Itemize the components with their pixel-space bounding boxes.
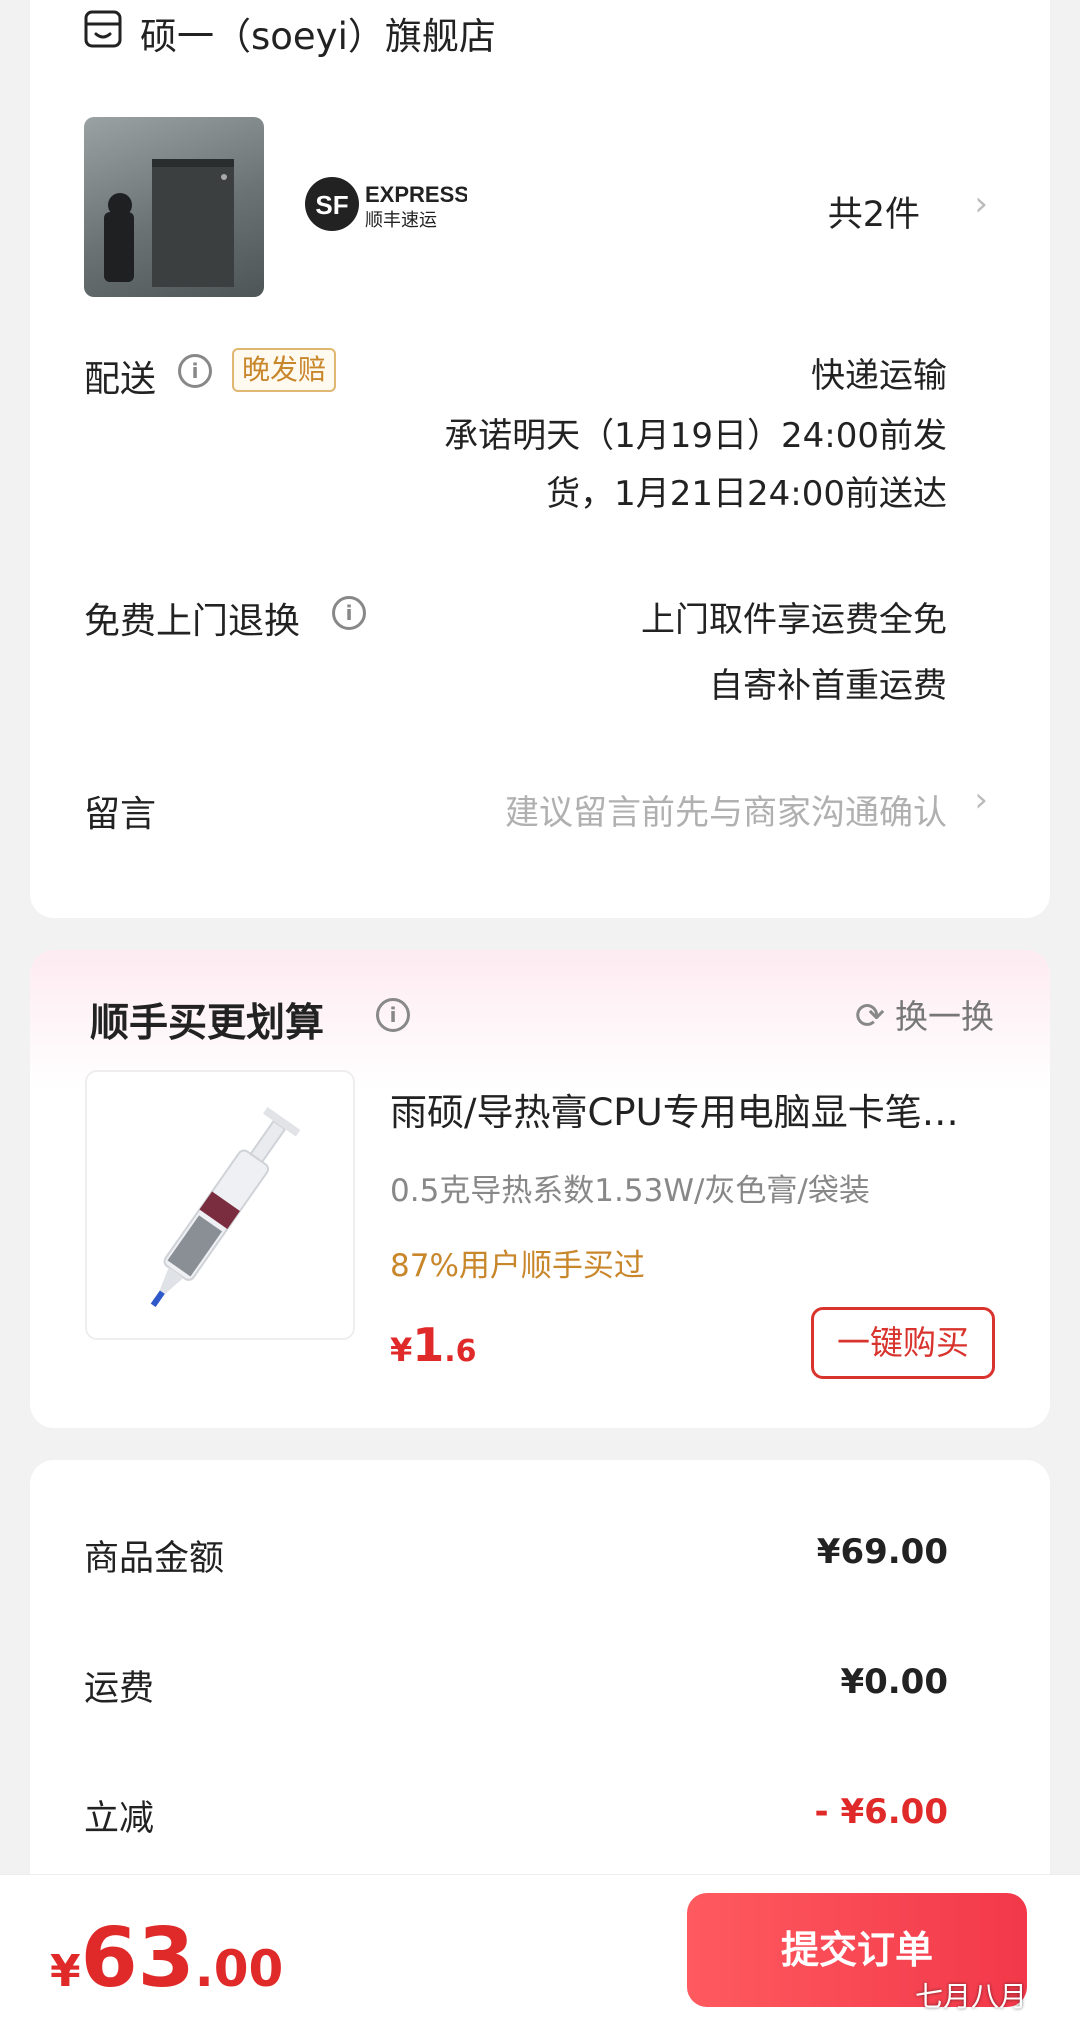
recommend-product-name[interactable]: 雨硕/导热膏CPU专用电脑显卡笔… — [390, 1082, 1030, 1136]
info-icon[interactable]: i — [376, 998, 410, 1032]
free-return-label: 免费上门退换 — [84, 601, 301, 642]
total-decimal: .00 — [194, 1940, 284, 1998]
message-input[interactable]: 建议留言前先与商家沟通确认 — [505, 785, 947, 834]
return-line2: 自寄补首重运费 — [709, 666, 947, 706]
order-card: 硕一（soeyi）旗舰店 SF EXPRESS 顺丰速运 共2件 › 配送 i … — [30, 0, 1050, 918]
recommend-product-spec: 0.5克导热系数1.53W/灰色膏/袋装 — [390, 1173, 870, 1209]
delivery-promise-line2: 货，1月21日24:00前送达 — [546, 474, 947, 514]
chevron-right-icon[interactable]: › — [974, 780, 988, 820]
return-line1: 上门取件享运费全免 — [641, 600, 947, 640]
store-icon — [84, 10, 122, 48]
delivery-promise-line1: 承诺明天（1月19日）24:00前发 — [444, 416, 947, 456]
item-count[interactable]: 共2件 — [828, 186, 920, 237]
one-click-buy-button[interactable]: 一键购买 — [811, 1307, 995, 1379]
chevron-right-icon[interactable]: › — [974, 184, 988, 224]
summary-label-shipping: 运费 — [84, 1669, 155, 1709]
total-integer: 63 — [80, 1911, 195, 2006]
summary-label-goods: 商品金额 — [84, 1539, 225, 1579]
info-icon[interactable]: i — [178, 354, 212, 388]
price-integer: 1 — [412, 1318, 445, 1372]
recommend-bought-percent: 87%用户顺手买过 — [390, 1248, 645, 1284]
delivery-label: 配送 — [84, 359, 157, 400]
svg-text:顺丰速运: 顺丰速运 — [365, 210, 437, 231]
pc-case-image — [104, 159, 234, 287]
total-symbol: ¥ — [50, 1946, 81, 1997]
recommend-card: 顺手买更划算 i ⟳ 换一换 雨硕/导热膏CPU专用电脑显卡笔… 0.5克导热系数… — [30, 950, 1050, 1428]
late-compensation-badge: 晚发赔 — [232, 348, 337, 392]
item-count-text: 共2件 — [827, 195, 920, 235]
product-thumbnail[interactable] — [84, 117, 264, 297]
store-name[interactable]: 硕一（soeyi）旗舰店 — [140, 6, 496, 60]
checkout-bar: ¥63.00 提交订单 七月八月 — [0, 1874, 1080, 2041]
syringe-image — [150, 1107, 301, 1308]
summary-label-discount: 立减 — [84, 1799, 155, 1839]
watermark: 七月八月 — [915, 1980, 1028, 2013]
message-label: 留言 — [84, 794, 157, 835]
price-symbol: ¥ — [390, 1331, 413, 1369]
svg-text:EXPRESS: EXPRESS — [365, 182, 467, 207]
refresh-button[interactable]: ⟳ 换一换 — [855, 990, 994, 1038]
recommend-product-image[interactable] — [85, 1070, 355, 1340]
summary-value-shipping: ¥0.00 — [840, 1662, 948, 1702]
sf-express-logo: SF EXPRESS 顺丰速运 — [302, 172, 469, 236]
info-icon[interactable]: i — [332, 596, 366, 630]
svg-text:SF: SF — [315, 190, 348, 220]
summary-value-goods: ¥69.00 — [816, 1532, 948, 1572]
refresh-icon: ⟳ — [854, 996, 885, 1037]
recommend-price: ¥1.6 — [390, 1318, 477, 1372]
price-decimal: .6 — [444, 1334, 477, 1369]
refresh-label: 换一换 — [895, 997, 994, 1036]
summary-value-discount: - ¥6.00 — [814, 1792, 949, 1832]
total-price: ¥63.00 — [50, 1911, 283, 2006]
recommend-title: 顺手买更划算 — [90, 1001, 325, 1046]
delivery-method: 快递运输 — [811, 356, 947, 396]
